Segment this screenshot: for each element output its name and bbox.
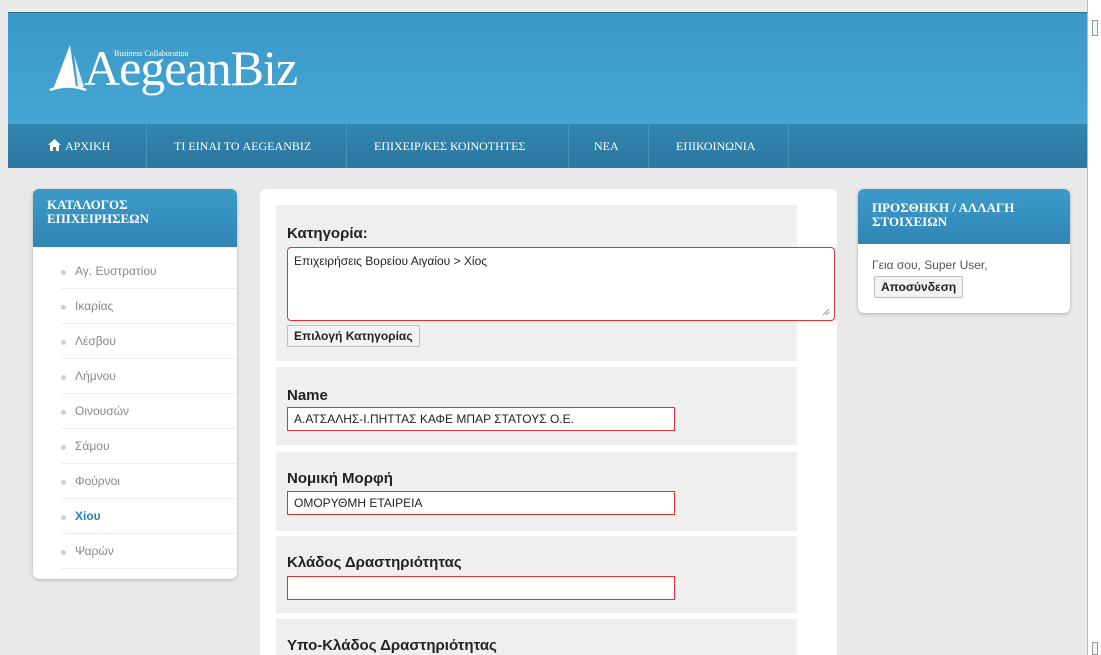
name-input[interactable]: Α.ΑΤΣΑΛΗΣ-Ι.ΠΗΤΤΑΣ ΚΑΦΕ ΜΠΑΡ ΣΤΑΤΟΥΣ Ο.Ε… — [287, 407, 675, 431]
nav-divider — [788, 124, 789, 168]
bullet-icon — [61, 375, 66, 380]
catalog-title-line2: ΕΠΙΧΕΙΡΗΣΕΩΝ — [47, 211, 149, 226]
catalog-item-label: Σάμου — [75, 439, 110, 453]
nav-news[interactable]: ΝΕΑ — [594, 124, 619, 168]
scrollbar-down-arrow[interactable] — [1092, 642, 1098, 655]
catalog-item-label: Λήμνου — [75, 369, 116, 383]
resize-grip-icon[interactable] — [822, 308, 830, 316]
nav-divider — [648, 124, 649, 168]
site-header: Business Collaboration AegeanBiz — [8, 12, 1087, 124]
name-field: Name Α.ΑΤΣΑΛΗΣ-Ι.ΠΗΤΤΑΣ ΚΑΦΕ ΜΠΑΡ ΣΤΑΤΟΥ… — [276, 367, 797, 445]
nav-contact[interactable]: ΕΠΙΚΟΙΝΩΝΙΑ — [676, 124, 755, 168]
legal-form-label: Νομική Μορφή — [287, 470, 393, 487]
bullet-icon — [61, 410, 66, 415]
activity-sector-label: Κλάδος Δραστηριότητας — [287, 554, 462, 571]
activity-subsector-label: Υπο-Κλάδος Δραστηριότητας — [287, 637, 497, 654]
catalog-item[interactable]: Σάμου — [61, 429, 237, 464]
category-value: Επιχειρήσεις Βορείου Αιγαίου > Χίος — [294, 254, 488, 268]
scrollbar-up-arrow[interactable] — [1092, 20, 1098, 36]
catalog-item-label: Φούρνοι — [75, 474, 120, 488]
window-scroll-edge — [1087, 0, 1101, 655]
account-title-line2: ΣΤΟΙΧΕΙΩΝ — [872, 214, 948, 229]
catalog-item[interactable]: Αγ. Ευστρατίου — [61, 254, 237, 289]
activity-sector-input[interactable] — [287, 576, 675, 600]
catalog-item-label: Ψαρών — [75, 544, 114, 558]
catalog-panel: ΚΑΤΑΛΟΓΟΣ ΕΠΙΧΕΙΡΗΣΕΩΝ Αγ. Ευστρατίου Ικ… — [33, 189, 237, 579]
select-category-button[interactable]: Επιλογή Κατηγορίας — [287, 325, 420, 347]
catalog-list: Αγ. Ευστρατίου Ικαρίας Λέσβου Λήμνου Οιν… — [33, 254, 237, 569]
bullet-icon — [61, 445, 66, 450]
category-field: Κατηγορία: Επιχειρήσεις Βορείου Αιγαίου … — [276, 205, 835, 361]
greeting-text: Γεια σου, Super User, — [872, 258, 988, 272]
bullet-icon — [61, 270, 66, 275]
legal-form-field: Νομική Μορφή ΟΜΟΡΥΘΜΗ ΕΤΑΙΡΕΙΑ — [276, 452, 797, 531]
nav-home[interactable]: ΑΡΧΙΚΗ — [48, 124, 110, 168]
catalog-item-label: Λέσβου — [75, 334, 116, 348]
catalog-item[interactable]: Φούρνοι — [61, 464, 237, 499]
site-logo[interactable]: Business Collaboration AegeanBiz — [48, 40, 298, 97]
activity-sector-field: Κλάδος Δραστηριότητας — [276, 536, 797, 613]
home-icon — [48, 139, 61, 151]
account-title-line1: ΠΡΟΣΘΗΚΗ / ΑΛΛΑΓΗ — [872, 200, 1015, 215]
catalog-title-line1: ΚΑΤΑΛΟΓΟΣ — [47, 197, 128, 212]
catalog-item-label: Αγ. Ευστρατίου — [75, 264, 157, 278]
bullet-icon — [61, 305, 66, 310]
sail-logo-icon — [49, 45, 87, 92]
account-panel: ΠΡΟΣΘΗΚΗ / ΑΛΛΑΓΗ ΣΤΟΙΧΕΙΩΝ Γεια σου, Su… — [858, 189, 1070, 313]
account-panel-title: ΠΡΟΣΘΗΚΗ / ΑΛΛΑΓΗ ΣΤΟΙΧΕΙΩΝ — [858, 189, 1070, 244]
nav-divider — [346, 124, 347, 168]
nav-home-label: ΑΡΧΙΚΗ — [65, 139, 111, 153]
name-label: Name — [287, 387, 328, 404]
logo-wordmark: AegeanBiz — [84, 40, 298, 96]
catalog-item-label: Χίου — [75, 509, 101, 523]
catalog-item-label: Οινουσών — [75, 404, 130, 418]
catalog-panel-title: ΚΑΤΑΛΟΓΟΣ ΕΠΙΧΕΙΡΗΣΕΩΝ — [33, 189, 237, 247]
main-nav: ΑΡΧΙΚΗ ΤΙ ΕΙΝΑΙ ΤΟ AEGEANBIZ ΕΠΙΧΕΙΡ/ΚΕΣ… — [8, 124, 1087, 168]
catalog-item-active[interactable]: Χίου — [61, 499, 237, 534]
nav-divider — [146, 124, 147, 168]
nav-about[interactable]: ΤΙ ΕΙΝΑΙ ΤΟ AEGEANBIZ — [174, 124, 311, 168]
bullet-icon — [61, 340, 66, 345]
main-content: Κατηγορία: Επιχειρήσεις Βορείου Αιγαίου … — [260, 189, 837, 655]
catalog-item[interactable]: Οινουσών — [61, 394, 237, 429]
category-textarea[interactable]: Επιχειρήσεις Βορείου Αιγαίου > Χίος — [287, 247, 835, 321]
catalog-item[interactable]: Ψαρών — [61, 534, 237, 569]
catalog-item[interactable]: Λέσβου — [61, 324, 237, 359]
catalog-item[interactable]: Λήμνου — [61, 359, 237, 394]
catalog-item-label: Ικαρίας — [75, 299, 114, 313]
bullet-icon — [61, 515, 66, 520]
catalog-item[interactable]: Ικαρίας — [61, 289, 237, 324]
category-label: Κατηγορία: — [287, 225, 368, 242]
legal-form-input[interactable]: ΟΜΟΡΥΘΜΗ ΕΤΑΙΡΕΙΑ — [287, 491, 675, 515]
nav-divider — [568, 124, 569, 168]
bullet-icon — [61, 550, 66, 555]
logout-button[interactable]: Αποσύνδεση — [874, 276, 964, 298]
activity-subsector-field: Υπο-Κλάδος Δραστηριότητας — [276, 619, 797, 655]
bullet-icon — [61, 480, 66, 485]
nav-communities[interactable]: ΕΠΙΧΕΙΡ/ΚΕΣ ΚΟΙΝΟΤΗΤΕΣ — [374, 124, 525, 168]
